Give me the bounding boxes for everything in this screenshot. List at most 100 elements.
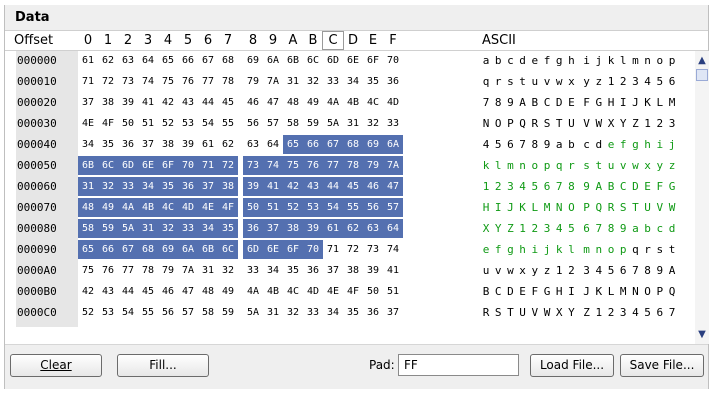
hex-byte[interactable]: 5A <box>243 303 263 322</box>
hex-byte[interactable]: 71 <box>198 156 218 175</box>
hex-byte[interactable]: 70 <box>383 51 403 70</box>
hex-byte[interactable]: 4B <box>138 198 158 217</box>
ascii-char[interactable]: q <box>480 72 492 91</box>
hex-byte[interactable]: 54 <box>323 198 343 217</box>
ascii-char[interactable]: R <box>529 114 541 133</box>
hex-byte[interactable]: 58 <box>78 219 98 238</box>
hex-byte[interactable]: 4E <box>198 198 218 217</box>
hex-byte[interactable]: 56 <box>363 198 383 217</box>
ascii-char[interactable]: 1 <box>553 261 565 280</box>
hex-byte[interactable]: 37 <box>78 93 98 112</box>
ascii-char[interactable]: W <box>541 303 553 322</box>
hex-byte[interactable]: 73 <box>118 72 138 91</box>
ascii-char[interactable]: r <box>565 156 577 175</box>
hex-byte[interactable]: 37 <box>383 303 403 322</box>
ascii-char[interactable]: Z <box>629 114 641 133</box>
ascii-char[interactable]: P <box>504 114 516 133</box>
hex-byte[interactable]: 35 <box>158 177 178 196</box>
hex-byte[interactable]: 37 <box>263 219 283 238</box>
hex-byte[interactable]: 67 <box>323 135 343 154</box>
ascii-char[interactable]: H <box>605 93 617 112</box>
hex-byte[interactable]: 52 <box>283 198 303 217</box>
ascii-char[interactable]: P <box>581 198 593 217</box>
hex-byte[interactable]: 4A <box>243 282 263 301</box>
hex-byte[interactable]: 69 <box>363 135 383 154</box>
ascii-char[interactable]: M <box>617 282 629 301</box>
ascii-char[interactable]: E <box>642 177 654 196</box>
ascii-char[interactable]: d <box>593 135 605 154</box>
hex-byte[interactable]: 31 <box>198 261 218 280</box>
ascii-char[interactable]: x <box>642 156 654 175</box>
hex-byte[interactable]: 65 <box>158 51 178 70</box>
hex-byte[interactable]: 6A <box>178 240 198 259</box>
hex-byte[interactable]: 53 <box>98 303 118 322</box>
ascii-char[interactable]: 1 <box>593 303 605 322</box>
hex-byte[interactable]: 44 <box>198 93 218 112</box>
ascii-char[interactable]: O <box>565 198 577 217</box>
ascii-char[interactable]: Q <box>593 198 605 217</box>
hex-byte[interactable]: 55 <box>343 198 363 217</box>
hex-byte[interactable]: 32 <box>283 303 303 322</box>
hex-byte[interactable]: 4C <box>283 282 303 301</box>
ascii-char[interactable]: y <box>654 156 666 175</box>
hex-byte[interactable]: 36 <box>303 261 323 280</box>
hex-byte[interactable]: 49 <box>303 93 323 112</box>
ascii-char[interactable]: h <box>642 135 654 154</box>
hex-byte[interactable]: 39 <box>363 261 383 280</box>
hex-byte[interactable]: 46 <box>243 93 263 112</box>
ascii-char[interactable]: Z <box>581 303 593 322</box>
load-file-button[interactable]: Load File... <box>530 354 614 377</box>
ascii-char[interactable]: 1 <box>642 114 654 133</box>
hex-byte[interactable]: 62 <box>218 135 238 154</box>
ascii-char[interactable]: J <box>581 282 593 301</box>
ascii-char[interactable]: Q <box>666 282 678 301</box>
ascii-char[interactable]: c <box>581 135 593 154</box>
hex-byte[interactable]: 53 <box>303 198 323 217</box>
hex-byte[interactable]: 37 <box>323 261 343 280</box>
scroll-up-button[interactable]: ▲ <box>695 52 709 69</box>
ascii-char[interactable]: S <box>541 114 553 133</box>
hex-byte[interactable]: 62 <box>343 219 363 238</box>
hex-byte[interactable]: 78 <box>343 156 363 175</box>
ascii-char[interactable]: l <box>617 51 629 70</box>
ascii-char[interactable]: G <box>541 282 553 301</box>
hex-byte[interactable]: 33 <box>323 72 343 91</box>
ascii-char[interactable]: f <box>617 135 629 154</box>
ascii-char[interactable]: w <box>504 261 516 280</box>
hex-byte[interactable]: 47 <box>263 93 283 112</box>
ascii-char[interactable]: l <box>492 156 504 175</box>
hex-byte[interactable]: 43 <box>303 177 323 196</box>
ascii-char[interactable]: 2 <box>605 303 617 322</box>
ascii-char[interactable]: Y <box>617 114 629 133</box>
ascii-char[interactable]: C <box>492 282 504 301</box>
hex-byte[interactable]: 6D <box>243 240 263 259</box>
hex-byte[interactable]: 4D <box>178 198 198 217</box>
hex-byte[interactable]: 4E <box>78 114 98 133</box>
hex-byte[interactable]: 6E <box>138 156 158 175</box>
ascii-char[interactable]: 3 <box>504 177 516 196</box>
ascii-char[interactable]: D <box>504 282 516 301</box>
hex-byte[interactable]: 4D <box>303 282 323 301</box>
hex-byte[interactable]: 6F <box>363 51 383 70</box>
ascii-char[interactable]: b <box>565 135 577 154</box>
ascii-char[interactable]: k <box>480 156 492 175</box>
ascii-char[interactable]: t <box>517 72 529 91</box>
hex-byte[interactable]: 47 <box>178 282 198 301</box>
hex-byte[interactable]: 33 <box>178 219 198 238</box>
ascii-char[interactable]: g <box>553 51 565 70</box>
ascii-char[interactable]: N <box>553 198 565 217</box>
ascii-char[interactable]: n <box>517 156 529 175</box>
hex-byte[interactable]: 42 <box>78 282 98 301</box>
ascii-char[interactable]: Z <box>504 219 516 238</box>
hex-byte[interactable]: 66 <box>303 135 323 154</box>
hex-byte[interactable]: 6A <box>383 135 403 154</box>
ascii-char[interactable]: I <box>565 282 577 301</box>
ascii-char[interactable]: F <box>529 282 541 301</box>
hex-byte[interactable]: 31 <box>283 72 303 91</box>
ascii-char[interactable]: Q <box>517 114 529 133</box>
hex-byte[interactable]: 43 <box>178 93 198 112</box>
hex-byte[interactable]: 68 <box>218 51 238 70</box>
hex-byte[interactable]: 41 <box>383 261 403 280</box>
ascii-char[interactable]: E <box>517 282 529 301</box>
ascii-char[interactable]: h <box>565 51 577 70</box>
